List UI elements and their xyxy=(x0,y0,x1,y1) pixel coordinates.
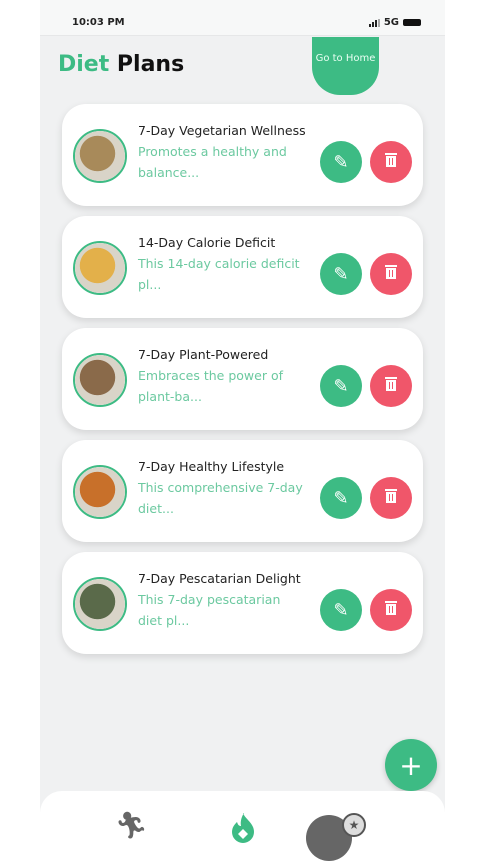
status-bar: 10:03 PM 5G xyxy=(40,0,445,36)
plan-card[interactable]: 14-Day Calorie Deficit This 14-day calori… xyxy=(62,216,423,318)
trash-icon xyxy=(384,600,398,621)
nav-activity-running-icon[interactable]: 🏃︎ xyxy=(115,811,148,841)
bottom-nav: 🏃︎ ★ xyxy=(40,791,445,861)
edit-plan-button[interactable]: ✎ xyxy=(320,141,362,183)
plan-name: 7-Day Healthy Lifestyle xyxy=(138,459,285,474)
delete-plan-button[interactable] xyxy=(370,253,412,295)
signal-icon xyxy=(368,18,380,27)
plan-card[interactable]: 7-Day Pescatarian Delight This 7-day pesc… xyxy=(62,552,423,654)
battery-icon xyxy=(403,19,421,26)
plan-image xyxy=(73,353,127,407)
trash-icon xyxy=(384,376,398,397)
plus-icon: + xyxy=(399,748,423,782)
go-to-home-button[interactable]: Go to Home xyxy=(312,37,379,95)
plan-image xyxy=(73,129,127,183)
pencil-icon: ✎ xyxy=(333,487,349,509)
plan-name: 14-Day Calorie Deficit xyxy=(138,235,276,250)
pencil-icon: ✎ xyxy=(333,599,349,621)
plan-name: 7-Day Pescatarian Delight xyxy=(138,571,301,586)
network-label: 5G xyxy=(383,17,399,28)
delete-plan-button[interactable] xyxy=(370,589,412,631)
delete-plan-button[interactable] xyxy=(370,477,412,519)
plan-name: 7-Day Vegetarian Wellness xyxy=(138,123,306,138)
plan-name: 7-Day Plant-Powered xyxy=(138,347,269,362)
nav-diet-flame-icon[interactable] xyxy=(228,811,258,850)
add-plan-button[interactable]: + xyxy=(385,739,437,791)
plan-card[interactable]: 7-Day Vegetarian Wellness Promotes a heal… xyxy=(62,104,423,206)
delete-plan-button[interactable] xyxy=(370,141,412,183)
plan-card[interactable]: 7-Day Healthy Lifestyle This comprehensiv… xyxy=(62,440,423,542)
trash-icon xyxy=(384,488,398,509)
nav-badge-icon[interactable]: ★ xyxy=(342,813,366,837)
plan-description: This 7-day pescatarian diet pl... xyxy=(138,592,281,628)
plan-image xyxy=(73,577,127,631)
trash-icon xyxy=(384,264,398,285)
pencil-icon: ✎ xyxy=(333,151,349,173)
plan-description: Promotes a healthy and balance... xyxy=(138,144,287,180)
trash-icon xyxy=(384,152,398,173)
edit-plan-button[interactable]: ✎ xyxy=(320,589,362,631)
plan-description: Embraces the power of plant-ba... xyxy=(138,368,284,404)
delete-plan-button[interactable] xyxy=(370,365,412,407)
edit-plan-button[interactable]: ✎ xyxy=(320,477,362,519)
plan-image xyxy=(73,241,127,295)
edit-plan-button[interactable]: ✎ xyxy=(320,365,362,407)
plan-description: This 14-day calorie deficit pl... xyxy=(138,256,300,292)
pencil-icon: ✎ xyxy=(333,263,349,285)
plan-card[interactable]: 7-Day Plant-Powered Embraces the power of… xyxy=(62,328,423,430)
plan-image xyxy=(73,465,127,519)
status-time: 10:03 PM xyxy=(72,17,125,28)
app-screen: 10:03 PM 5G Diet Plans Go to Home 7-Day … xyxy=(40,0,445,861)
plan-description: This comprehensive 7-day diet... xyxy=(138,480,303,516)
pencil-icon: ✎ xyxy=(333,375,349,397)
page-title: Diet Plans xyxy=(58,52,185,77)
edit-plan-button[interactable]: ✎ xyxy=(320,253,362,295)
